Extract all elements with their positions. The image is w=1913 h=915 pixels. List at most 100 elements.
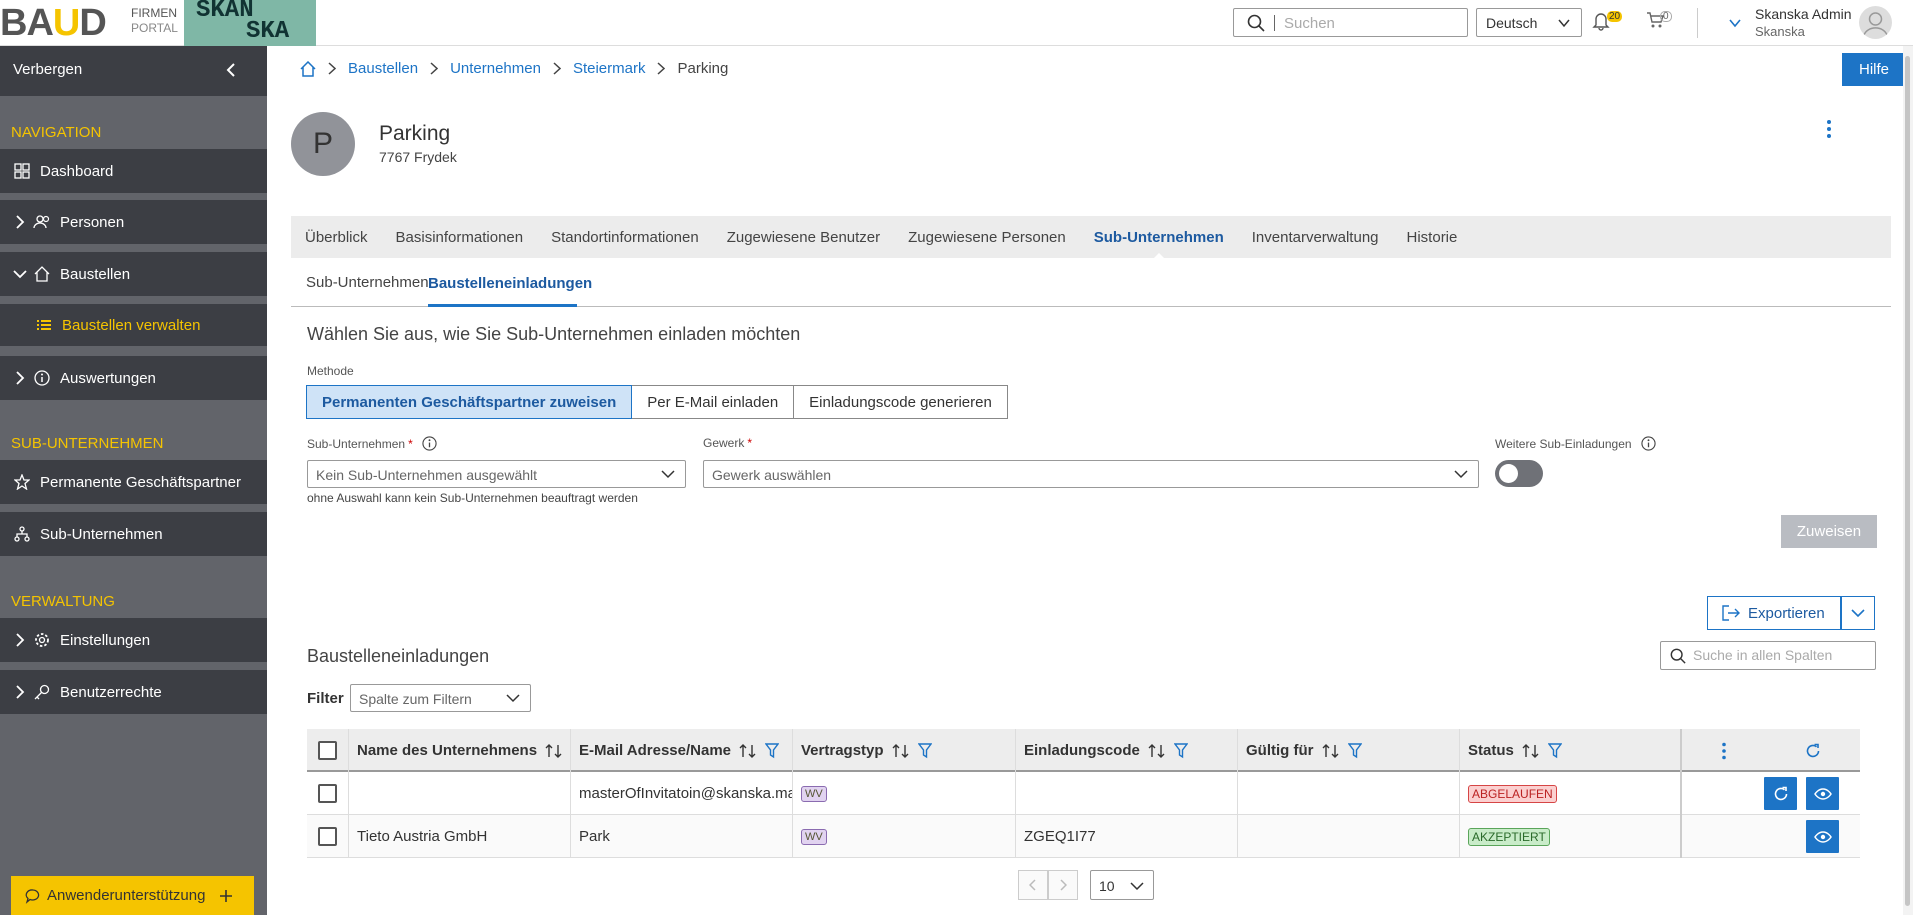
pagination <box>1018 870 1078 900</box>
sidebar-hide-toggle[interactable]: Verbergen <box>0 46 267 96</box>
sub-company-select[interactable]: Kein Sub-Unternehmen ausgewählt <box>307 460 686 488</box>
sub-company-label: Sub-Unternehmen * <box>307 436 437 451</box>
support-button[interactable]: Anwenderunterstützung <box>11 876 254 915</box>
tab-basisinformationen[interactable]: Basisinformationen <box>396 229 524 246</box>
view-button[interactable] <box>1806 777 1839 810</box>
column-header-status[interactable]: Status <box>1460 729 1682 772</box>
cart-button[interactable]: 0 <box>1646 11 1672 29</box>
tab-sub-unternehmen[interactable]: Sub-Unternehmen <box>1094 229 1224 261</box>
avatar[interactable] <box>1859 6 1892 39</box>
column-header-code[interactable]: Einladungscode <box>1016 729 1238 772</box>
select-all-checkbox[interactable] <box>318 741 337 760</box>
breadcrumb-unternehmen[interactable]: Unternehmen <box>450 60 541 77</box>
more-options-icon[interactable] <box>1826 119 1832 139</box>
language-value: Deutsch <box>1486 15 1538 31</box>
key-icon <box>32 684 52 700</box>
row-checkbox[interactable] <box>318 827 337 846</box>
cell-name: Tieto Austria GmbH <box>349 815 571 858</box>
scrollbar[interactable] <box>1903 46 1913 915</box>
export-dropdown-button[interactable] <box>1841 596 1875 630</box>
cell-type: WV <box>793 815 1016 858</box>
filter-icon[interactable] <box>765 742 780 759</box>
company-logo-line2: SKA <box>246 18 290 45</box>
further-invites-toggle[interactable] <box>1495 460 1543 487</box>
chevron-down-icon <box>506 691 520 705</box>
language-select[interactable]: Deutsch <box>1476 8 1582 37</box>
help-button[interactable]: Hilfe <box>1842 53 1906 86</box>
column-header-email[interactable]: E-Mail Adresse/Name <box>571 729 793 772</box>
sidebar-item-permanente-geschaeftspartner[interactable]: Permanente Geschäftspartner <box>0 460 267 504</box>
tab-historie[interactable]: Historie <box>1407 229 1458 246</box>
next-page-button[interactable] <box>1048 870 1078 900</box>
sidebar-item-sub-unternehmen[interactable]: Sub-Unternehmen <box>0 512 267 556</box>
assign-button[interactable]: Zuweisen <box>1781 515 1877 548</box>
sidebar-item-einstellungen[interactable]: Einstellungen <box>0 618 267 662</box>
table-search <box>1660 641 1876 670</box>
sidebar-item-auswertungen[interactable]: Auswertungen <box>0 356 267 400</box>
cell-code: ZGEQ1I77 <box>1016 815 1238 858</box>
refresh-icon[interactable] <box>1805 743 1821 759</box>
column-header-label: Vertragstyp <box>801 742 884 759</box>
sort-icon[interactable] <box>1148 743 1166 759</box>
sort-icon[interactable] <box>739 743 757 759</box>
dashboard-icon <box>12 163 32 179</box>
tab-zugewiesene-benutzer[interactable]: Zugewiesene Benutzer <box>727 229 880 246</box>
column-header-valid[interactable]: Gültig für <box>1238 729 1460 772</box>
status-badge: ABGELAUFEN <box>1468 784 1557 803</box>
filter-icon[interactable] <box>1547 742 1562 759</box>
subtab-sub-unternehmen[interactable]: Sub-Unternehmen <box>306 274 429 291</box>
tab-ueberblick[interactable]: Überblick <box>305 229 368 246</box>
tab-inventarverwaltung[interactable]: Inventarverwaltung <box>1252 229 1379 246</box>
info-icon <box>32 370 52 386</box>
filter-column-select[interactable]: Spalte zum Filtern <box>350 684 531 712</box>
prev-page-button[interactable] <box>1018 870 1048 900</box>
status-badge: AKZEPTIERT <box>1468 827 1550 846</box>
sidebar-item-personen[interactable]: Personen <box>0 200 267 244</box>
sort-icon[interactable] <box>1322 743 1340 759</box>
row-checkbox[interactable] <box>318 784 337 803</box>
sidebar-item-dashboard[interactable]: Dashboard <box>0 149 267 193</box>
home-icon[interactable] <box>300 60 316 77</box>
sidebar-item-baustellen-verwalten[interactable]: Baustellen verwalten <box>0 304 267 346</box>
site-address: 7767 Frydek <box>379 149 457 165</box>
breadcrumb-baustellen[interactable]: Baustellen <box>348 60 418 77</box>
filter-icon[interactable] <box>1347 742 1362 759</box>
export-button[interactable]: Exportieren <box>1707 596 1841 630</box>
column-options-icon[interactable] <box>1721 742 1727 760</box>
search-icon[interactable] <box>1247 14 1265 32</box>
page-size-select[interactable]: 10 <box>1090 870 1154 900</box>
chevron-down-icon <box>661 467 675 481</box>
baud-logo[interactable]: BAUD FIRMEN PORTAL <box>0 0 184 46</box>
search-icon <box>1670 648 1686 664</box>
filter-icon[interactable] <box>1173 742 1188 759</box>
method-email-button[interactable]: Per E-Mail einladen <box>631 385 795 419</box>
notifications-button[interactable]: 20 <box>1592 11 1623 31</box>
sort-icon[interactable] <box>545 743 563 759</box>
column-header-type[interactable]: Vertragstyp <box>793 729 1016 772</box>
sidebar-item-label: Baustellen verwalten <box>62 316 201 334</box>
info-icon[interactable] <box>1640 436 1656 451</box>
chevron-down-icon <box>1728 16 1742 30</box>
scrollbar-thumb[interactable] <box>1905 56 1910 906</box>
method-permanent-partner-button[interactable]: Permanenten Geschäftspartner zuweisen <box>306 385 633 419</box>
global-search-input[interactable] <box>1284 13 1459 33</box>
gewerk-select[interactable]: Gewerk auswählen <box>703 460 1479 488</box>
sidebar-item-benutzerrechte[interactable]: Benutzerrechte <box>0 670 267 714</box>
filter-icon[interactable] <box>917 742 932 759</box>
further-invites-label-text: Weitere Sub-Einladungen <box>1495 436 1632 451</box>
sort-icon[interactable] <box>892 743 910 759</box>
subtab-baustelleneinladungen[interactable]: Baustelleneinladungen <box>428 268 592 307</box>
table-search-input[interactable] <box>1693 647 1868 663</box>
view-button[interactable] <box>1806 820 1839 853</box>
tab-zugewiesene-personen[interactable]: Zugewiesene Personen <box>908 229 1066 246</box>
page-title: Parking <box>379 122 451 145</box>
renew-button[interactable] <box>1764 777 1797 810</box>
support-label: Anwenderunterstützung <box>47 887 206 904</box>
breadcrumb-steiermark[interactable]: Steiermark <box>573 60 646 77</box>
method-code-button[interactable]: Einladungscode generieren <box>793 385 1008 419</box>
sort-icon[interactable] <box>1522 743 1540 759</box>
info-icon[interactable] <box>422 436 437 451</box>
column-header-name[interactable]: Name des Unternehmens <box>349 729 571 772</box>
tab-standortinformationen[interactable]: Standortinformationen <box>551 229 699 246</box>
sidebar-item-baustellen[interactable]: Baustellen <box>0 252 267 296</box>
